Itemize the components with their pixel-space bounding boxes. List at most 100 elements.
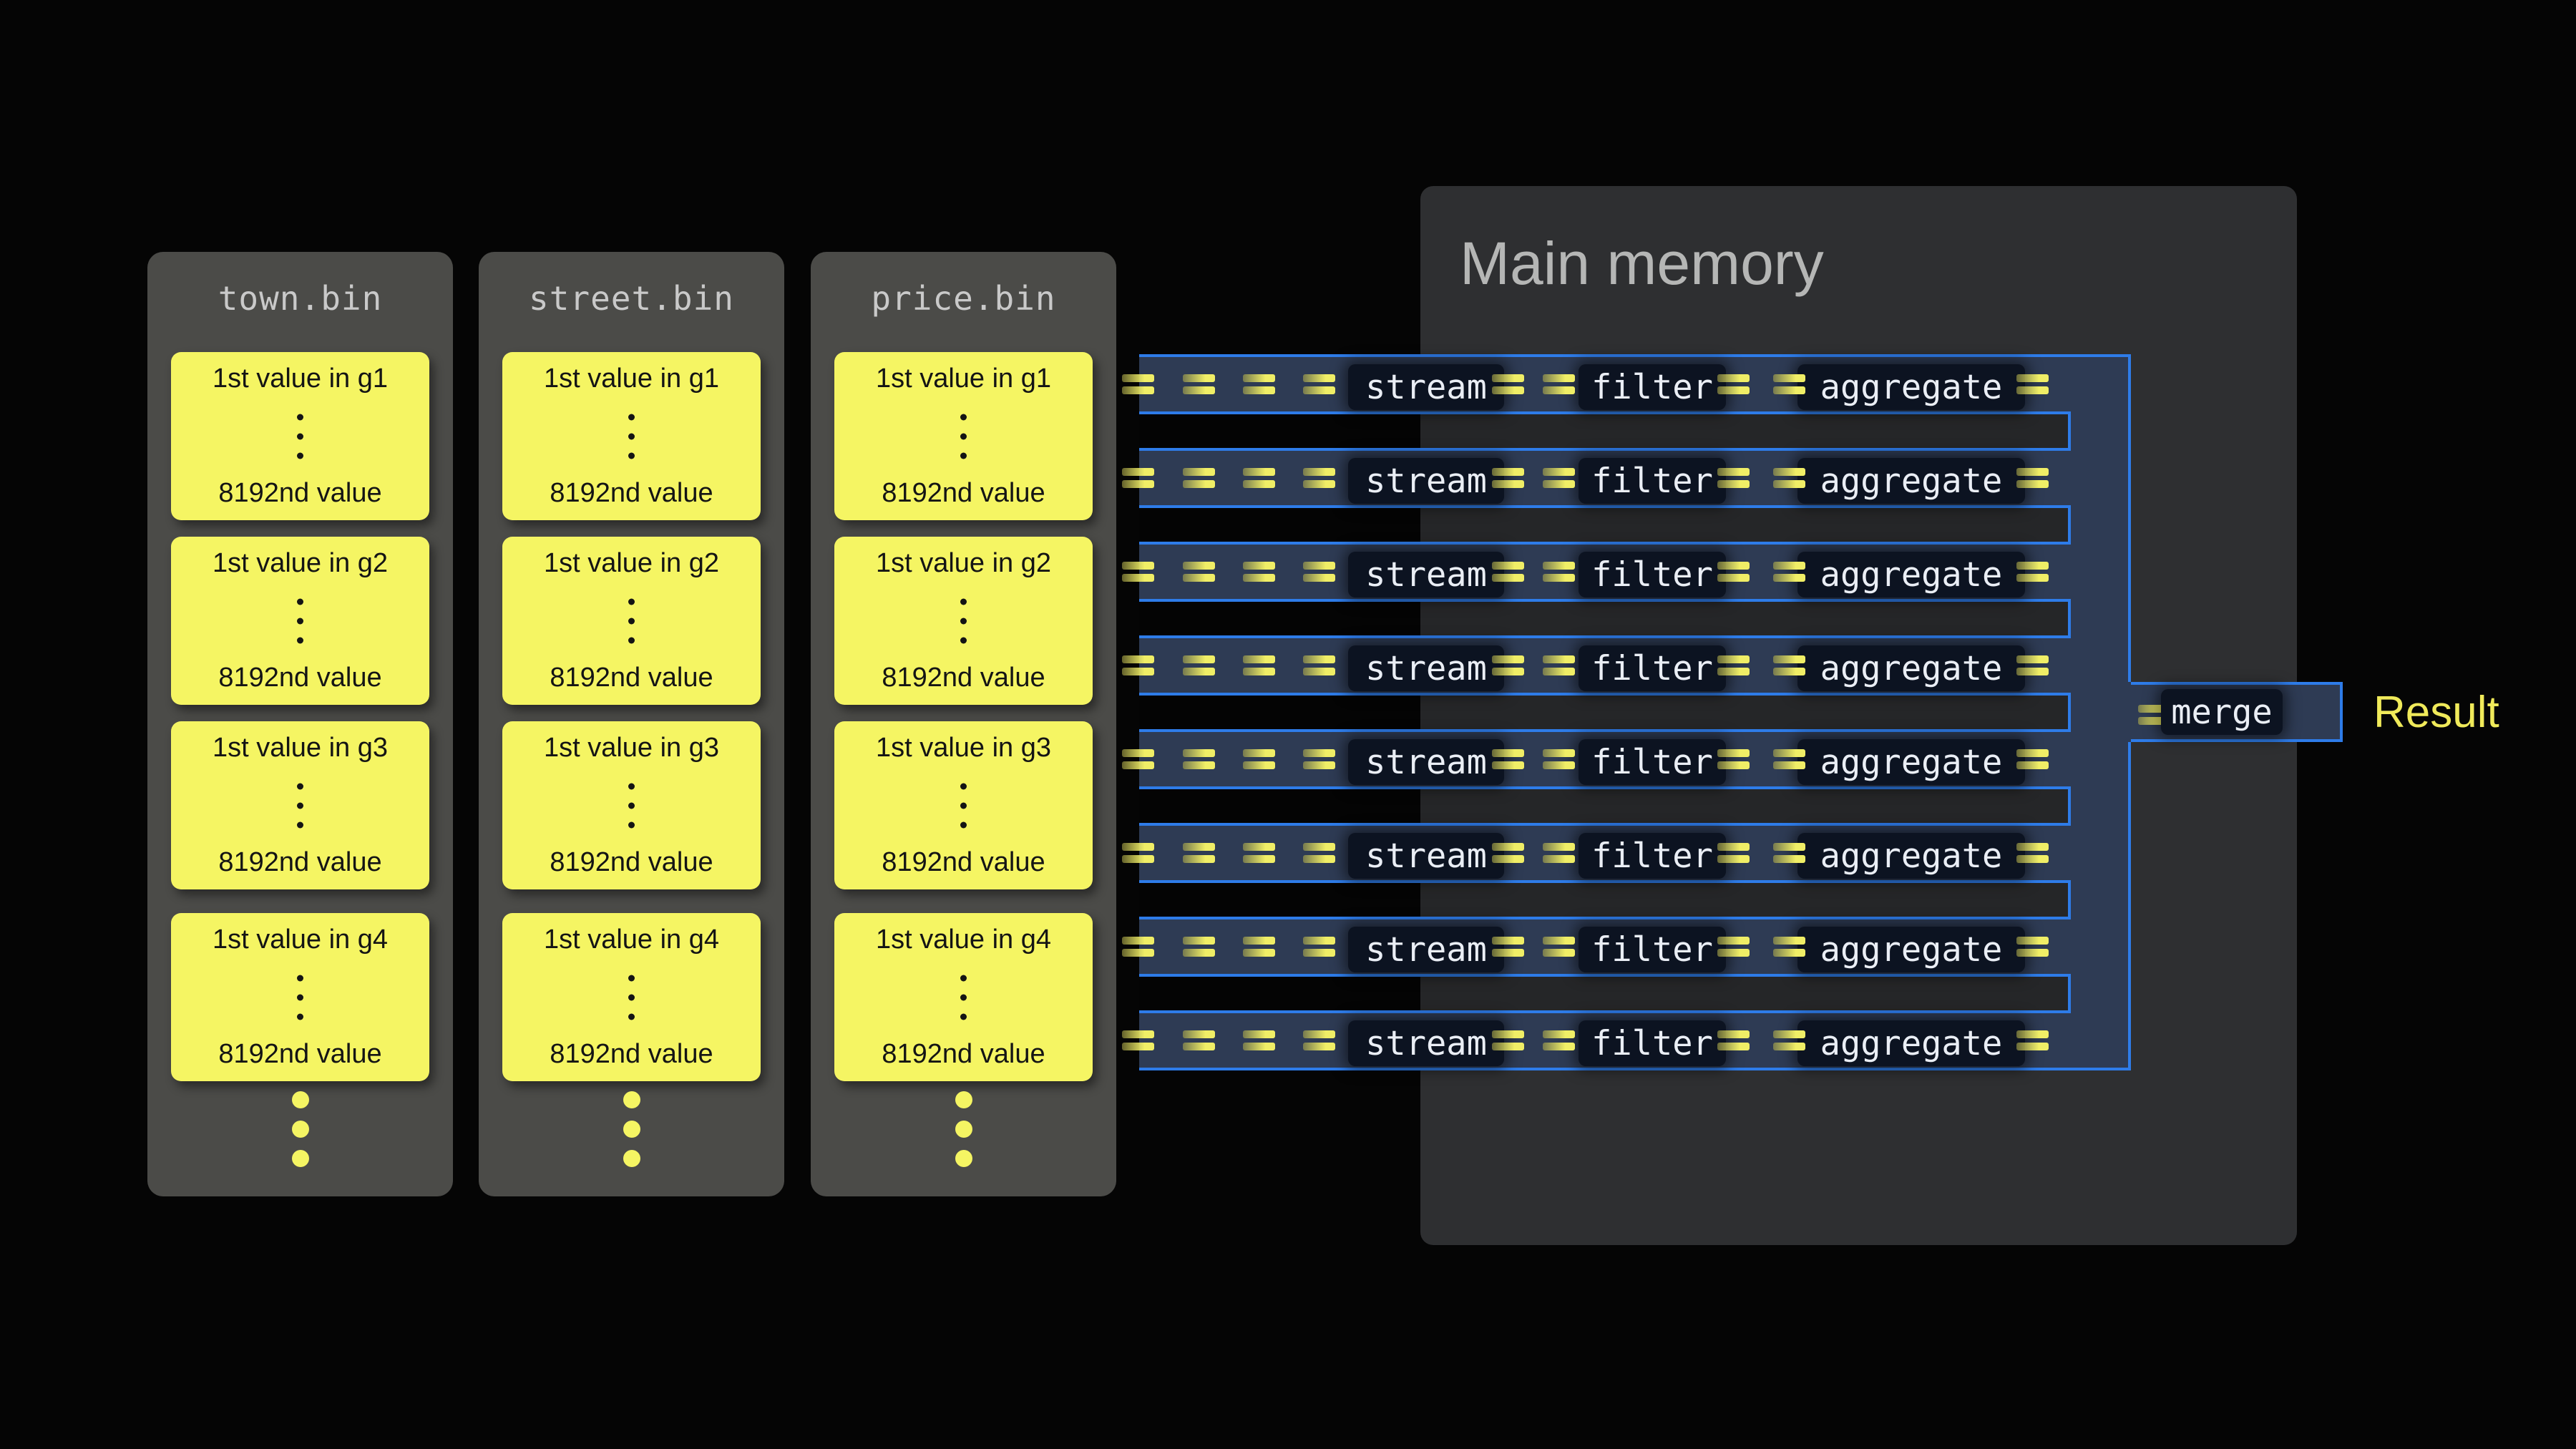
stage-label: filter <box>1591 649 1713 688</box>
result-label: Result <box>2373 687 2499 738</box>
stage-box-stream: stream <box>1348 645 1504 691</box>
data-chunk-icon <box>2016 468 2049 488</box>
granule-first-value: 1st value in g1 <box>834 364 1093 394</box>
column-file-card: price.bin1st value in g18192nd value1st … <box>811 252 1116 1196</box>
stage-label: filter <box>1591 836 1713 876</box>
pipeline-outline-top <box>2071 354 2131 357</box>
lane-slot <box>1139 414 2068 448</box>
data-chunk-icon <box>1303 749 1335 769</box>
granule-block: 1st value in g28192nd value <box>502 537 761 705</box>
stage-box-aggregate: aggregate <box>1797 1020 2025 1066</box>
stage-box-aggregate: aggregate <box>1797 645 2025 691</box>
granule-last-value: 8192nd value <box>834 1039 1093 1070</box>
data-chunk-icon <box>1717 374 1750 394</box>
data-chunk-icon <box>2016 749 2049 769</box>
granule-last-value: 8192nd value <box>502 847 761 878</box>
granule-block: 1st value in g38192nd value <box>502 721 761 889</box>
stage-box-filter: filter <box>1579 458 1726 504</box>
lane-slot <box>1139 602 2068 635</box>
data-chunk-icon <box>1243 655 1275 675</box>
data-chunk-icon <box>2016 1030 2049 1050</box>
merge-box: merge <box>2161 689 2283 735</box>
merge-lane: merge <box>2131 682 2343 742</box>
stage-label: aggregate <box>1820 743 2003 782</box>
granule-block: 1st value in g48192nd value <box>171 913 429 1081</box>
granule-ellipsis-icon <box>502 975 761 1020</box>
stage-box-aggregate: aggregate <box>1797 927 2025 972</box>
granule-last-value: 8192nd value <box>834 478 1093 509</box>
data-chunk-icon <box>1717 562 1750 582</box>
data-chunk-icon <box>1183 1030 1215 1050</box>
granule-first-value: 1st value in g4 <box>502 924 761 955</box>
stage-label: filter <box>1591 368 1713 407</box>
stage-label: filter <box>1591 462 1713 501</box>
stage-box-filter: filter <box>1579 645 1726 691</box>
data-chunk-icon <box>2016 843 2049 863</box>
data-chunk-icon <box>1543 937 1575 957</box>
granule-block: 1st value in g4 8192nd value <box>834 913 1093 1081</box>
data-chunk-icon <box>1303 374 1335 394</box>
stage-box-stream: stream <box>1348 1020 1504 1066</box>
granule-block: 1st value in g4 8192nd value <box>502 913 761 1081</box>
granule-first-value: 1st value in g2 <box>171 548 429 579</box>
pipeline-lane: stream filter aggregate <box>1139 542 2131 602</box>
granule-ellipsis-icon <box>834 598 1093 643</box>
granule-last-value: 8192nd value <box>834 663 1093 693</box>
data-chunk-icon <box>1717 655 1750 675</box>
column-file-card: town.bin1st value in g18192nd value1st v… <box>147 252 453 1196</box>
data-chunk-icon <box>1243 468 1275 488</box>
data-chunk-icon <box>1543 843 1575 863</box>
data-chunk-icon <box>1492 655 1524 675</box>
stage-label: stream <box>1365 930 1487 970</box>
data-chunk-icon <box>1773 655 1805 675</box>
granule-block: 1st value in g28192nd value <box>834 537 1093 705</box>
stage-label: filter <box>1591 1024 1713 1063</box>
stage-label: filter <box>1591 555 1713 595</box>
stage-box-filter: filter <box>1579 552 1726 597</box>
data-chunk-icon <box>1243 562 1275 582</box>
stage-label: filter <box>1591 743 1713 782</box>
pipeline-outline-bottom <box>2071 1068 2131 1070</box>
stage-label: aggregate <box>1820 1024 2003 1063</box>
granule-last-value: 8192nd value <box>171 847 429 878</box>
data-chunk-icon <box>1243 1030 1275 1050</box>
stage-label: aggregate <box>1820 836 2003 876</box>
data-chunk-icon <box>1543 1030 1575 1050</box>
stage-label: stream <box>1365 836 1487 876</box>
main-memory-title: Main memory <box>1460 230 1824 296</box>
pipeline-lane: streamfilteraggregate <box>1139 354 2131 414</box>
pipeline-lane: streamfilteraggregate <box>1139 448 2131 508</box>
data-chunk-icon <box>1122 749 1154 769</box>
stage-label: aggregate <box>1820 649 2003 688</box>
data-chunk-icon <box>1183 562 1215 582</box>
granule-first-value: 1st value in g3 <box>834 733 1093 763</box>
data-chunk-icon <box>1492 374 1524 394</box>
data-chunk-icon <box>1183 374 1215 394</box>
data-chunk-icon <box>2016 374 2049 394</box>
lane-slot <box>1139 508 2068 542</box>
data-chunk-icon <box>1492 749 1524 769</box>
granule-last-value: 8192nd value <box>502 1039 761 1070</box>
stage-label: stream <box>1365 555 1487 595</box>
stage-label: stream <box>1365 1024 1487 1063</box>
granule-block: 1st value in g28192nd value <box>171 537 429 705</box>
data-chunk-icon <box>1543 374 1575 394</box>
stage-box-filter: filter <box>1579 1020 1726 1066</box>
granule-ellipsis-icon <box>834 414 1093 459</box>
stage-box-filter: filter <box>1579 739 1726 785</box>
stage-label: stream <box>1365 743 1487 782</box>
data-chunk-icon <box>1543 468 1575 488</box>
data-chunk-icon <box>1303 937 1335 957</box>
data-chunk-icon <box>1773 468 1805 488</box>
data-chunk-icon <box>1183 655 1215 675</box>
column-file-title: price.bin <box>811 278 1116 319</box>
granule-ellipsis-icon <box>171 783 429 828</box>
granule-first-value: 1st value in g2 <box>502 548 761 579</box>
data-chunk-icon <box>1122 468 1154 488</box>
stage-label: aggregate <box>1820 930 2003 970</box>
stage-box-aggregate: aggregate <box>1797 552 2025 597</box>
stage-label: stream <box>1365 649 1487 688</box>
granule-first-value: 1st value in g4 <box>834 924 1093 955</box>
data-chunk-icon <box>2016 562 2049 582</box>
data-chunk-icon <box>1122 562 1154 582</box>
